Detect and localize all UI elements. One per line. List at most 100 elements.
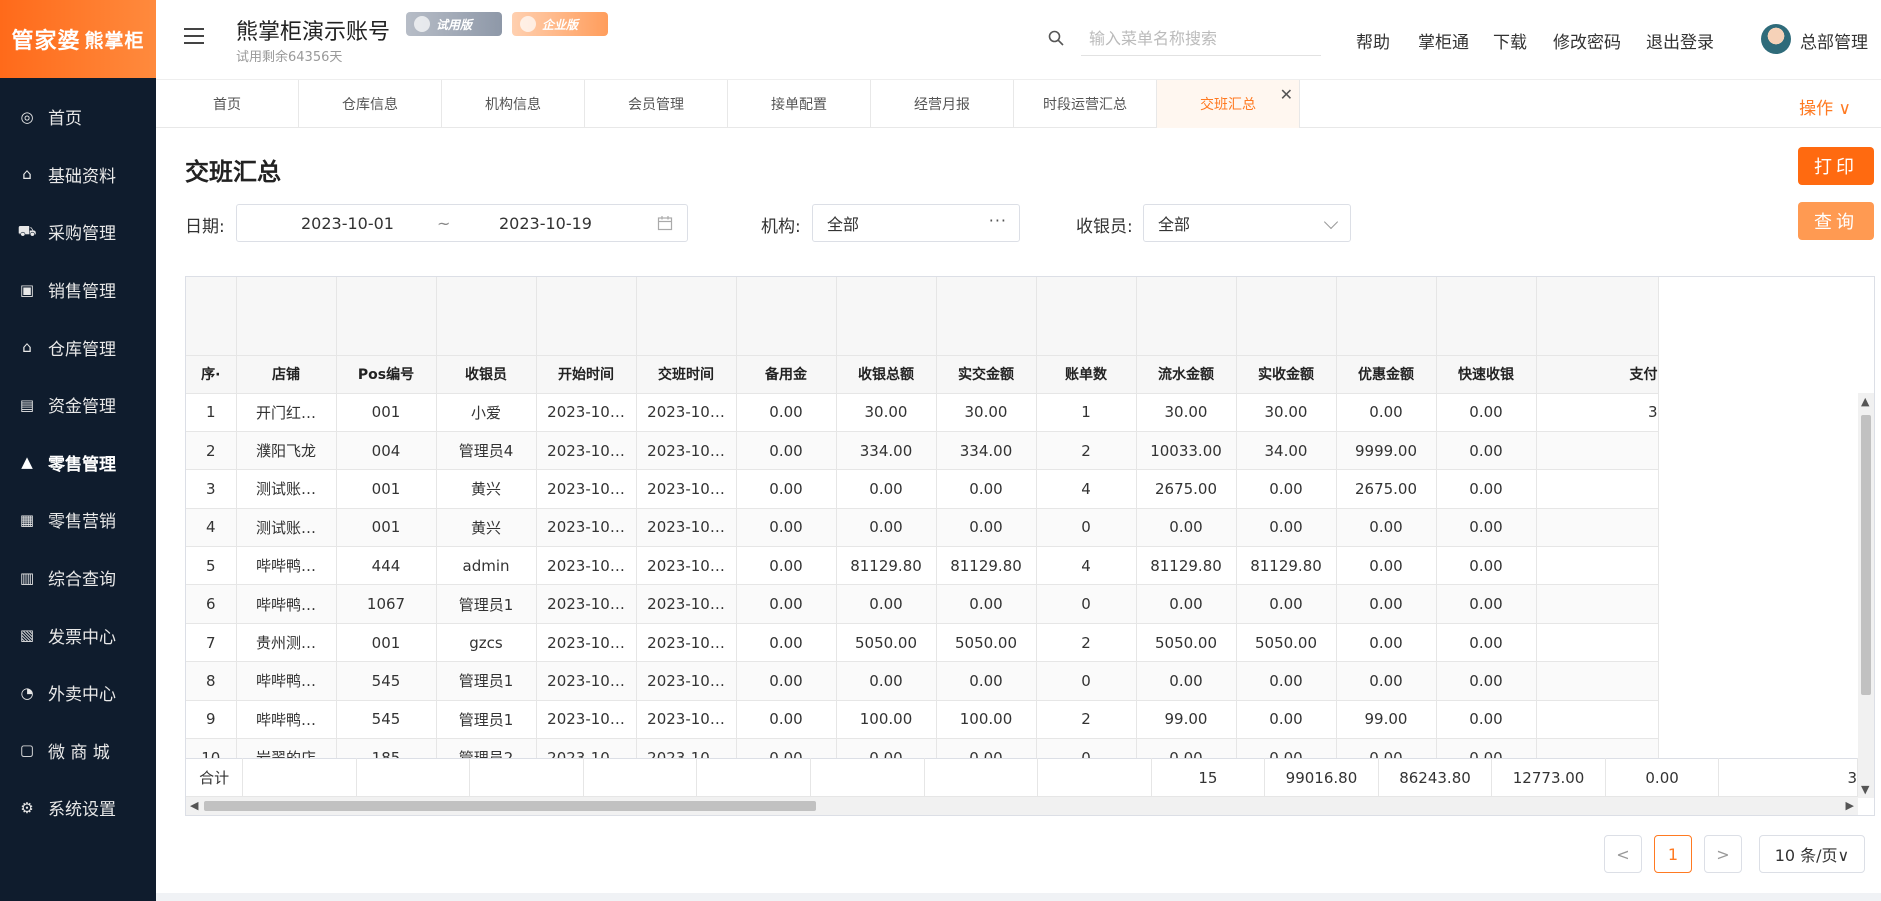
vertical-scrollbar[interactable]: ▲ ▼	[1858, 393, 1874, 798]
column-header[interactable]: 收银总额	[836, 355, 937, 394]
column-header[interactable]: 流水金额	[1136, 355, 1237, 394]
sidebar-item[interactable]: ▢ 微 商 城	[0, 722, 156, 780]
user-name[interactable]: 总部管理	[1800, 28, 1868, 53]
table-cell: 0.00	[1436, 661, 1537, 701]
sidebar-item[interactable]: ⌂ 仓库管理	[0, 318, 156, 376]
table-cell: 001	[336, 393, 437, 432]
page-number[interactable]: 1	[1654, 835, 1692, 873]
tab-warehouse-info[interactable]: 仓库信息	[299, 80, 442, 128]
table-row[interactable]: 7 贵州测… 001 gzcs 2023-10… 2023-10… 0.00 5050.00 5…	[186, 623, 1659, 663]
column-header[interactable]: 备用金	[736, 355, 837, 394]
sidebar-item[interactable]: ▧ 发票中心	[0, 606, 156, 664]
header-band-cell	[1236, 277, 1337, 356]
table-cell: 2023-10…	[636, 546, 737, 586]
sidebar-item[interactable]: ▦ 零售营销	[0, 491, 156, 549]
logout-link[interactable]: 退出登录	[1646, 28, 1714, 53]
tab-home[interactable]: 首页	[156, 80, 299, 128]
account-title: 熊掌柜演示账号	[236, 20, 391, 45]
sidebar-item[interactable]: ▲ 零售管理	[0, 434, 156, 492]
table-row[interactable]: 4 测试账… 001 黄兴 2023-10… 2023-10… 0.00 0.00 0.00 0 0…	[186, 508, 1659, 548]
sidebar-item[interactable]: ⌂ 基础资料	[0, 146, 156, 204]
sidebar-item[interactable]: ⚙ 系统设置	[0, 779, 156, 837]
column-header[interactable]: 收银员	[436, 355, 537, 394]
date-end[interactable]: 2023-10-19	[499, 214, 592, 233]
column-header[interactable]: 店铺	[236, 355, 337, 394]
table-row[interactable]: 6 哔哔鸭… 1067 管理员1 2023-10… 2023-10… 0.00 0.00 0.0…	[186, 584, 1659, 624]
table-cell: 0.00	[1236, 584, 1337, 624]
column-header[interactable]: 优惠金额	[1336, 355, 1437, 394]
column-header[interactable]: 账单数	[1036, 355, 1137, 394]
scroll-down-icon[interactable]: ▼	[1861, 783, 1869, 796]
tab-period-ops[interactable]: 时段运营汇总	[1014, 80, 1157, 128]
next-page-button[interactable]: >	[1704, 835, 1742, 873]
column-header[interactable]: 开始时间	[536, 355, 637, 394]
sidebar-item[interactable]: ⛟ 采购管理	[0, 203, 156, 261]
horizontal-scrollbar[interactable]: ◀ ▶	[186, 797, 1858, 815]
table-cell: 3	[186, 469, 237, 509]
sidebar-item[interactable]: ◎ 首页	[0, 88, 156, 146]
vertical-scroll-thumb[interactable]	[1861, 415, 1871, 695]
scroll-left-icon[interactable]: ◀	[190, 799, 198, 812]
search-icon[interactable]	[1048, 30, 1064, 46]
table-row[interactable]: 9 哔哔鸭… 545 管理员1 2023-10… 2023-10… 0.00 100.00 10…	[186, 700, 1659, 740]
calendar-icon[interactable]	[657, 215, 673, 231]
tab-order-config[interactable]: 接单配置	[728, 80, 871, 128]
column-header[interactable]: 支付	[1536, 355, 1659, 394]
print-button[interactable]: 打印	[1798, 147, 1874, 185]
scroll-right-icon[interactable]: ▶	[1846, 799, 1854, 812]
menu-toggle-icon[interactable]	[184, 28, 204, 46]
table-cell: 测试账…	[236, 469, 337, 509]
column-header[interactable]: 快速收银	[1436, 355, 1537, 394]
table-row[interactable]: 3 测试账… 001 黄兴 2023-10… 2023-10… 0.00 0.00 0.00 4 2…	[186, 469, 1659, 509]
header-band-cell	[536, 277, 637, 356]
sidebar-item[interactable]: ◔ 外卖中心	[0, 664, 156, 722]
close-icon[interactable]: ✕	[1280, 85, 1293, 104]
table-cell: 1067	[336, 584, 437, 624]
menu-search-input[interactable]	[1081, 22, 1321, 56]
column-header[interactable]: Pos编号	[336, 355, 437, 394]
app-logo: 管家婆 熊掌柜	[0, 0, 156, 78]
tab-member-mgmt[interactable]: 会员管理	[585, 80, 728, 128]
table-cell: 2023-10…	[636, 431, 737, 471]
table-cell: 2	[1036, 623, 1137, 663]
sidebar-item[interactable]: ▤ 资金管理	[0, 376, 156, 434]
column-header[interactable]: 序·	[186, 355, 237, 394]
column-header[interactable]: 实交金额	[936, 355, 1037, 394]
date-start[interactable]: 2023-10-01	[301, 214, 394, 233]
tab-org-info[interactable]: 机构信息	[442, 80, 585, 128]
more-icon[interactable]: ···	[989, 211, 1007, 230]
zhanggui-link[interactable]: 掌柜通	[1418, 28, 1469, 53]
operations-dropdown[interactable]: 操作 ∨	[1799, 94, 1851, 119]
cashier-select[interactable]: 全部	[1143, 204, 1351, 242]
sidebar-item[interactable]: ▣ 销售管理	[0, 261, 156, 319]
column-header[interactable]: 实收金额	[1236, 355, 1337, 394]
table-cell: admin	[436, 546, 537, 586]
change-password-link[interactable]: 修改密码	[1553, 28, 1621, 53]
query-button[interactable]: 查询	[1798, 202, 1874, 240]
scroll-up-icon[interactable]: ▲	[1861, 395, 1869, 408]
sidebar-item-label: 零售营销	[48, 512, 116, 533]
tab-monthly-report[interactable]: 经营月报	[871, 80, 1014, 128]
table-row[interactable]: 5 哔哔鸭… 444 admin 2023-10… 2023-10… 0.00 81129.8…	[186, 546, 1659, 586]
table-cell: 001	[336, 469, 437, 509]
header-band-cell	[1036, 277, 1137, 356]
download-link[interactable]: 下载	[1493, 28, 1527, 53]
table-row[interactable]: 1 开门红… 001 小爱 2023-10… 2023-10… 0.00 30.00 30.00…	[186, 393, 1659, 432]
prev-page-button[interactable]: <	[1604, 835, 1642, 873]
column-header[interactable]: 交班时间	[636, 355, 737, 394]
sidebar-item[interactable]: ▥ 综合查询	[0, 549, 156, 607]
avatar[interactable]	[1761, 24, 1791, 54]
table-cell	[1536, 584, 1659, 624]
table-row[interactable]: 8 哔哔鸭… 545 管理员1 2023-10… 2023-10… 0.00 0.00 0.00…	[186, 661, 1659, 701]
table-row[interactable]: 2 濮阳飞龙 004 管理员4 2023-10… 2023-10… 0.00 334.00 33…	[186, 431, 1659, 471]
trial-badge: 试用版	[406, 12, 502, 36]
table-cell: 334.00	[936, 431, 1037, 471]
tab-shift-summary[interactable]: 交班汇总 ✕	[1157, 80, 1300, 128]
org-selector[interactable]: 全部 ···	[812, 204, 1020, 242]
page-size-select[interactable]: 10 条/页∨	[1759, 835, 1865, 873]
table-cell: 0.00	[1336, 546, 1437, 586]
date-range-picker[interactable]: 2023-10-01 ~ 2023-10-19	[236, 204, 688, 242]
horizontal-scroll-thumb[interactable]	[204, 801, 816, 811]
sidebar-item-label: 采购管理	[48, 224, 116, 245]
help-link[interactable]: 帮助	[1356, 28, 1390, 53]
